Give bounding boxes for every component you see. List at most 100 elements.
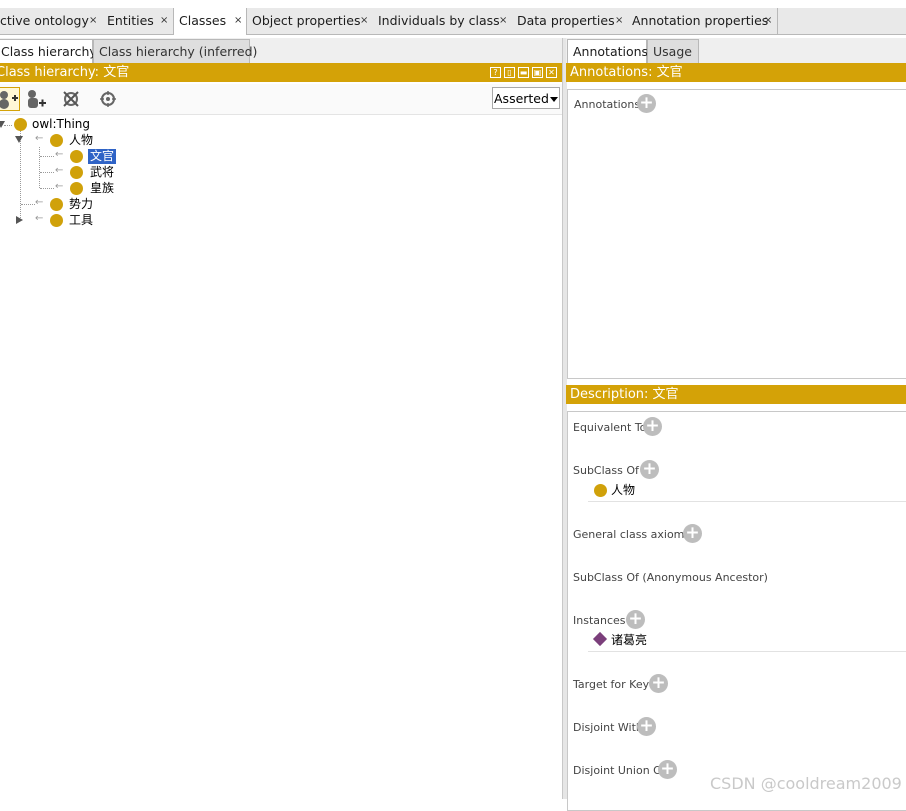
- collapse-toggle-icon[interactable]: [16, 216, 23, 224]
- tab-annotations[interactable]: Annotations: [567, 39, 648, 63]
- add-subclass-of-icon[interactable]: +: [640, 460, 659, 479]
- main-tab-bar: ctive ontology × Entities × Classes × Ob…: [0, 8, 906, 35]
- add-disjoint-union-icon[interactable]: +: [658, 760, 677, 779]
- dropdown-value: Asserted: [494, 91, 549, 106]
- general-class-axioms-label: General class axioms: [573, 528, 691, 541]
- maximize-icon[interactable]: ▣: [532, 67, 543, 78]
- subclass-arrow-icon: ←: [55, 181, 64, 192]
- find-usage-icon[interactable]: [97, 88, 119, 110]
- tab-label: Individuals by class: [378, 13, 500, 28]
- divider: [588, 651, 906, 652]
- add-sibling-icon[interactable]: [25, 88, 47, 110]
- class-dot-icon: [594, 484, 607, 497]
- class-dot-icon: [50, 214, 63, 227]
- tree-node[interactable]: 皇族: [90, 181, 114, 196]
- tree-node[interactable]: 势力: [69, 197, 93, 212]
- class-hierarchy-header: Class hierarchy: 文官 ? ▯ ▬ ▣ ✕: [0, 63, 562, 82]
- subclass-arrow-icon: ←: [35, 197, 44, 208]
- close-icon[interactable]: ×: [360, 8, 368, 34]
- tree-connector: [40, 188, 54, 189]
- tree-node[interactable]: 武将: [90, 165, 114, 180]
- divider: [588, 501, 906, 502]
- class-dot-icon: [70, 182, 83, 195]
- chevron-down-icon: [550, 97, 558, 102]
- disjoint-with-label: Disjoint With: [573, 721, 643, 734]
- minimize-icon[interactable]: ▬: [518, 67, 529, 78]
- help-icon[interactable]: ?: [490, 67, 501, 78]
- class-dot-icon: [50, 134, 63, 147]
- subclass-anonymous-label: SubClass Of (Anonymous Ancestor): [573, 571, 768, 584]
- class-dot-icon: [70, 166, 83, 179]
- description-header: Description: 文官: [566, 385, 906, 404]
- watermark: CSDN @cooldream2009: [710, 774, 902, 793]
- annotations-label: Annotations: [574, 98, 641, 111]
- instances-label: Instances: [573, 614, 626, 627]
- asserted-dropdown[interactable]: Asserted: [492, 87, 560, 109]
- subclass-arrow-icon: ←: [55, 165, 64, 176]
- tab-usage[interactable]: Usage: [647, 39, 699, 63]
- annotations-header: Annotations: 文官: [566, 63, 906, 82]
- expand-toggle-icon[interactable]: [15, 136, 23, 143]
- disjoint-union-label: Disjoint Union Of: [573, 764, 666, 777]
- tab-individuals-by-class[interactable]: Individuals by class ×: [372, 8, 511, 34]
- instance-value[interactable]: 诸葛亮: [611, 633, 647, 648]
- subclass-of-label: SubClass Of: [573, 464, 639, 477]
- tab-label: Annotation properties: [632, 13, 769, 28]
- tree-node-owl-thing[interactable]: owl:Thing: [32, 117, 90, 132]
- individual-diamond-icon: [592, 631, 608, 647]
- tree-node[interactable]: 工具: [69, 213, 93, 228]
- tab-entities[interactable]: Entities ×: [100, 8, 173, 34]
- subclass-arrow-icon: ←: [35, 213, 44, 224]
- class-tree: owl:Thing ← 人物 ← 文官 ← 武将 ← 皇族 ← 势力 ← 工具: [0, 115, 562, 799]
- tree-connector: [20, 131, 21, 220]
- add-disjoint-icon[interactable]: +: [637, 717, 656, 736]
- close-icon[interactable]: ×: [499, 8, 507, 34]
- close-icon[interactable]: ×: [764, 8, 772, 34]
- class-dot-icon: [70, 150, 83, 163]
- close-icon[interactable]: ×: [615, 8, 623, 34]
- tab-class-hierarchy-inferred[interactable]: Class hierarchy (inferred): [93, 39, 257, 63]
- tab-class-hierarchy[interactable]: Class hierarchy: [0, 39, 97, 63]
- target-for-key-label: Target for Key: [573, 678, 650, 691]
- tree-node-selected[interactable]: 文官: [88, 149, 117, 164]
- subclass-of-value[interactable]: 人物: [611, 483, 635, 498]
- tab-classes[interactable]: Classes ×: [173, 8, 247, 35]
- hierarchy-toolbar: Asserted: [0, 84, 562, 115]
- annotations-panel: Annotations +: [567, 89, 906, 379]
- tab-active-ontology[interactable]: ctive ontology ×: [0, 8, 100, 34]
- add-equivalent-icon[interactable]: +: [643, 417, 662, 436]
- subclass-arrow-icon: ←: [55, 149, 64, 160]
- subclass-arrow-icon: ←: [35, 133, 44, 144]
- tab-label: ctive ontology: [0, 13, 89, 28]
- tab-label: Entities: [107, 13, 154, 28]
- tab-object-properties[interactable]: Object properties ×: [247, 8, 372, 34]
- description-panel: Equivalent To + SubClass Of + 人物 General…: [567, 411, 906, 811]
- tab-label: Object properties: [252, 13, 361, 28]
- header-title: Annotations: 文官: [570, 65, 683, 80]
- tree-connector: [40, 172, 54, 173]
- add-target-key-icon[interactable]: +: [649, 674, 668, 693]
- add-general-axiom-icon[interactable]: +: [683, 524, 702, 543]
- equivalent-to-label: Equivalent To: [573, 421, 647, 434]
- close-icon[interactable]: ×: [89, 8, 97, 34]
- header-title: Description: 文官: [570, 387, 679, 402]
- class-dot-icon: [50, 198, 63, 211]
- split-view-icon[interactable]: ▯: [504, 67, 515, 78]
- tree-connector: [4, 125, 12, 126]
- class-dot-icon: [14, 118, 27, 131]
- close-view-icon[interactable]: ✕: [546, 67, 557, 78]
- add-annotation-icon[interactable]: +: [637, 94, 656, 113]
- delete-class-icon[interactable]: [61, 88, 83, 110]
- tab-data-properties[interactable]: Data properties ×: [511, 8, 626, 34]
- tree-connector: [39, 147, 40, 188]
- tree-node[interactable]: 人物: [69, 133, 93, 148]
- tree-connector: [21, 204, 35, 205]
- tab-label: Data properties: [517, 13, 615, 28]
- header-title: Class hierarchy: 文官: [0, 65, 130, 80]
- add-instance-icon[interactable]: +: [626, 610, 645, 629]
- tab-label: Classes: [179, 13, 227, 28]
- close-icon[interactable]: ×: [160, 8, 168, 34]
- close-icon[interactable]: ×: [234, 8, 242, 34]
- tab-annotation-properties[interactable]: Annotation properties ×: [626, 8, 778, 34]
- add-subclass-icon[interactable]: [0, 87, 20, 111]
